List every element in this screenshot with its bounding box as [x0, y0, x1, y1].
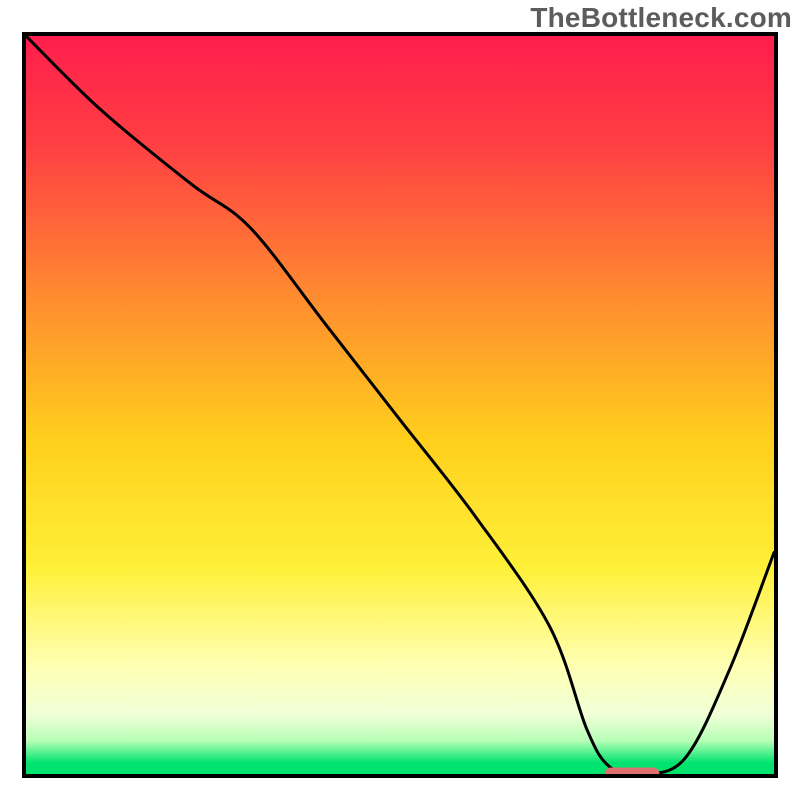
curve-svg	[26, 36, 774, 774]
plot-area	[22, 32, 778, 778]
watermark-text: TheBottleneck.com	[530, 2, 792, 34]
chart-container: TheBottleneck.com	[0, 0, 800, 800]
minimum-marker	[604, 768, 659, 779]
bottleneck-curve	[26, 36, 774, 774]
